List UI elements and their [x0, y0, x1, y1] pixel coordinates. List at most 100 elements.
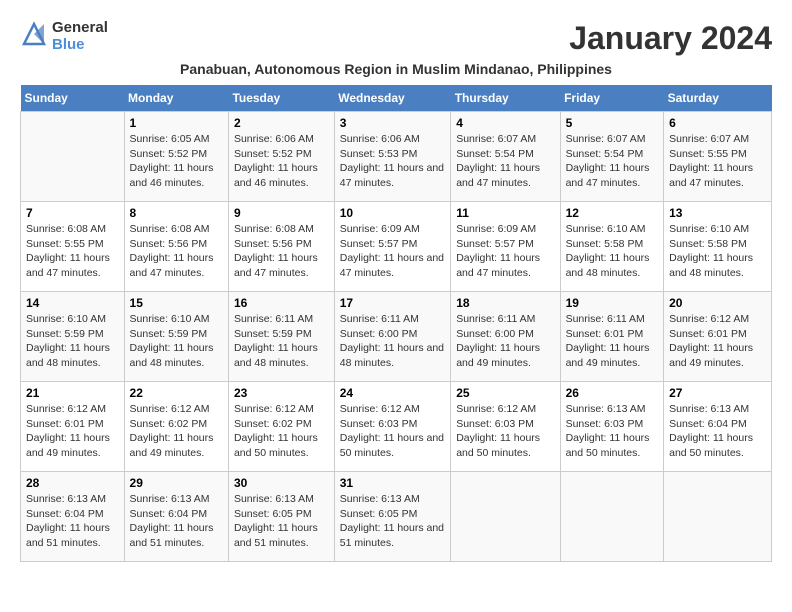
day-info: Sunrise: 6:13 AMSunset: 6:03 PMDaylight:… [566, 402, 659, 461]
day-number: 9 [234, 206, 329, 220]
day-info: Sunrise: 6:12 AMSunset: 6:01 PMDaylight:… [26, 402, 119, 461]
calendar-cell: 9Sunrise: 6:08 AMSunset: 5:56 PMDaylight… [228, 202, 334, 292]
day-info: Sunrise: 6:11 AMSunset: 6:00 PMDaylight:… [340, 312, 445, 371]
calendar-cell: 25 Sunrise: 6:12 AMSunset: 6:03 PMDayligh… [451, 382, 560, 472]
day-info: Sunrise: 6:10 AMSunset: 5:59 PMDaylight:… [26, 312, 119, 371]
day-info: Sunrise: 6:07 AMSunset: 5:55 PMDaylight:… [669, 132, 766, 191]
weekday-header-monday: Monday [124, 85, 228, 112]
calendar-week-row: 14 Sunrise: 6:10 AMSunset: 5:59 PMDayligh… [21, 292, 772, 382]
day-info: Sunrise: 6:09 AMSunset: 5:57 PMDaylight:… [456, 222, 554, 281]
calendar-cell: 11Sunrise: 6:09 AMSunset: 5:57 PMDayligh… [451, 202, 560, 292]
day-info: Sunrise: 6:06 AMSunset: 5:52 PMDaylight:… [234, 132, 329, 191]
day-info: Sunrise: 6:12 AMSunset: 6:02 PMDaylight:… [130, 402, 223, 461]
calendar-cell: 7 Sunrise: 6:08 AMSunset: 5:55 PMDaylight… [21, 202, 125, 292]
day-number: 21 [26, 386, 119, 400]
day-number: 1 [130, 116, 223, 130]
day-number: 10 [340, 206, 445, 220]
day-info: Sunrise: 6:12 AMSunset: 6:03 PMDaylight:… [456, 402, 554, 461]
day-number: 7 [26, 206, 119, 220]
day-number: 24 [340, 386, 445, 400]
weekday-header-row: SundayMondayTuesdayWednesdayThursdayFrid… [21, 85, 772, 112]
calendar-cell: 15 Sunrise: 6:10 AMSunset: 5:59 PMDayligh… [124, 292, 228, 382]
day-number: 12 [566, 206, 659, 220]
calendar-cell: 22 Sunrise: 6:12 AMSunset: 6:02 PMDayligh… [124, 382, 228, 472]
calendar-cell: 6 Sunrise: 6:07 AMSunset: 5:55 PMDaylight… [664, 112, 772, 202]
logo-blue: Blue [52, 37, 108, 54]
logo-icon [20, 20, 48, 48]
calendar-cell: 10 Sunrise: 6:09 AMSunset: 5:57 PMDayligh… [334, 202, 450, 292]
calendar-cell: 31 Sunrise: 6:13 AMSunset: 6:05 PMDayligh… [334, 472, 450, 562]
day-info: Sunrise: 6:05 AMSunset: 5:52 PMDaylight:… [130, 132, 223, 191]
day-info: Sunrise: 6:09 AMSunset: 5:57 PMDaylight:… [340, 222, 445, 281]
day-number: 22 [130, 386, 223, 400]
calendar-cell: 5Sunrise: 6:07 AMSunset: 5:54 PMDaylight… [560, 112, 664, 202]
day-number: 14 [26, 296, 119, 310]
weekday-header-wednesday: Wednesday [334, 85, 450, 112]
day-number: 19 [566, 296, 659, 310]
header: General Blue January 2024 [20, 20, 772, 57]
day-number: 16 [234, 296, 329, 310]
calendar-cell: 17Sunrise: 6:11 AMSunset: 6:00 PMDayligh… [334, 292, 450, 382]
day-number: 3 [340, 116, 445, 130]
calendar-cell: 23Sunrise: 6:12 AMSunset: 6:02 PMDayligh… [228, 382, 334, 472]
day-info: Sunrise: 6:08 AMSunset: 5:56 PMDaylight:… [130, 222, 223, 281]
day-info: Sunrise: 6:07 AMSunset: 5:54 PMDaylight:… [566, 132, 659, 191]
day-number: 27 [669, 386, 766, 400]
logo-general: General [52, 20, 108, 37]
day-info: Sunrise: 6:11 AMSunset: 5:59 PMDaylight:… [234, 312, 329, 371]
calendar-table: SundayMondayTuesdayWednesdayThursdayFrid… [20, 85, 772, 562]
calendar-cell: 26Sunrise: 6:13 AMSunset: 6:03 PMDayligh… [560, 382, 664, 472]
day-number: 15 [130, 296, 223, 310]
calendar-cell: 19 Sunrise: 6:11 AMSunset: 6:01 PMDayligh… [560, 292, 664, 382]
calendar-cell: 3 Sunrise: 6:06 AMSunset: 5:53 PMDaylight… [334, 112, 450, 202]
calendar-cell: 4Sunrise: 6:07 AMSunset: 5:54 PMDaylight… [451, 112, 560, 202]
day-number: 8 [130, 206, 223, 220]
calendar-cell: 16 Sunrise: 6:11 AMSunset: 5:59 PMDayligh… [228, 292, 334, 382]
day-number: 13 [669, 206, 766, 220]
calendar-subtitle: Panabuan, Autonomous Region in Muslim Mi… [20, 61, 772, 77]
calendar-cell: 24Sunrise: 6:12 AMSunset: 6:03 PMDayligh… [334, 382, 450, 472]
day-info: Sunrise: 6:06 AMSunset: 5:53 PMDaylight:… [340, 132, 445, 191]
day-number: 29 [130, 476, 223, 490]
calendar-cell: 13 Sunrise: 6:10 AMSunset: 5:58 PMDayligh… [664, 202, 772, 292]
day-info: Sunrise: 6:10 AMSunset: 5:58 PMDaylight:… [566, 222, 659, 281]
calendar-cell: 18 Sunrise: 6:11 AMSunset: 6:00 PMDayligh… [451, 292, 560, 382]
calendar-cell: 28 Sunrise: 6:13 AMSunset: 6:04 PMDayligh… [21, 472, 125, 562]
calendar-cell: 21 Sunrise: 6:12 AMSunset: 6:01 PMDayligh… [21, 382, 125, 472]
day-number: 18 [456, 296, 554, 310]
day-info: Sunrise: 6:11 AMSunset: 6:01 PMDaylight:… [566, 312, 659, 371]
calendar-cell [560, 472, 664, 562]
calendar-cell [21, 112, 125, 202]
calendar-cell: 12 Sunrise: 6:10 AMSunset: 5:58 PMDayligh… [560, 202, 664, 292]
calendar-cell [451, 472, 560, 562]
day-number: 20 [669, 296, 766, 310]
weekday-header-saturday: Saturday [664, 85, 772, 112]
day-number: 4 [456, 116, 554, 130]
calendar-cell: 8 Sunrise: 6:08 AMSunset: 5:56 PMDaylight… [124, 202, 228, 292]
day-info: Sunrise: 6:12 AMSunset: 6:01 PMDaylight:… [669, 312, 766, 371]
day-info: Sunrise: 6:13 AMSunset: 6:04 PMDaylight:… [130, 492, 223, 551]
logo: General Blue [20, 20, 108, 53]
calendar-cell: 29 Sunrise: 6:13 AMSunset: 6:04 PMDayligh… [124, 472, 228, 562]
day-number: 25 [456, 386, 554, 400]
weekday-header-sunday: Sunday [21, 85, 125, 112]
day-info: Sunrise: 6:13 AMSunset: 6:05 PMDaylight:… [340, 492, 445, 551]
day-number: 28 [26, 476, 119, 490]
calendar-week-row: 1 Sunrise: 6:05 AMSunset: 5:52 PMDaylight… [21, 112, 772, 202]
day-info: Sunrise: 6:13 AMSunset: 6:04 PMDaylight:… [26, 492, 119, 551]
calendar-cell [664, 472, 772, 562]
day-number: 31 [340, 476, 445, 490]
day-info: Sunrise: 6:10 AMSunset: 5:58 PMDaylight:… [669, 222, 766, 281]
day-info: Sunrise: 6:08 AMSunset: 5:55 PMDaylight:… [26, 222, 119, 281]
day-info: Sunrise: 6:11 AMSunset: 6:00 PMDaylight:… [456, 312, 554, 371]
calendar-cell: 20 Sunrise: 6:12 AMSunset: 6:01 PMDayligh… [664, 292, 772, 382]
day-number: 6 [669, 116, 766, 130]
calendar-cell: 27Sunrise: 6:13 AMSunset: 6:04 PMDayligh… [664, 382, 772, 472]
calendar-cell: 2 Sunrise: 6:06 AMSunset: 5:52 PMDaylight… [228, 112, 334, 202]
day-number: 30 [234, 476, 329, 490]
calendar-week-row: 28 Sunrise: 6:13 AMSunset: 6:04 PMDayligh… [21, 472, 772, 562]
calendar-week-row: 7 Sunrise: 6:08 AMSunset: 5:55 PMDaylight… [21, 202, 772, 292]
weekday-header-tuesday: Tuesday [228, 85, 334, 112]
day-number: 2 [234, 116, 329, 130]
day-info: Sunrise: 6:10 AMSunset: 5:59 PMDaylight:… [130, 312, 223, 371]
